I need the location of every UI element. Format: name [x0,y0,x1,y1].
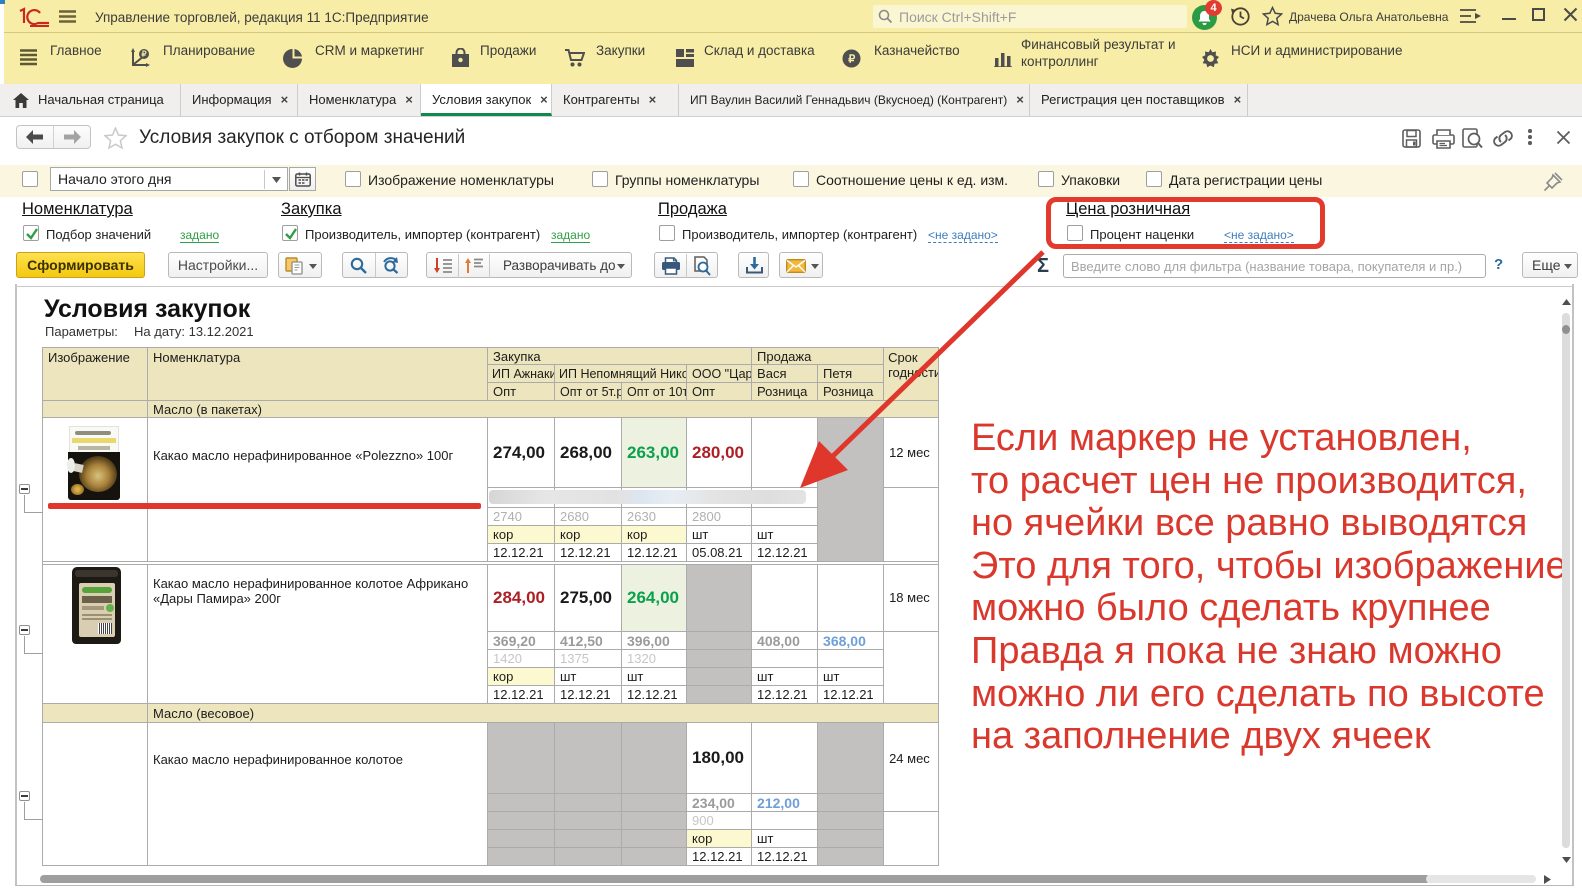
svg-text:₽: ₽ [141,50,146,59]
svg-text:₽: ₽ [848,54,855,66]
